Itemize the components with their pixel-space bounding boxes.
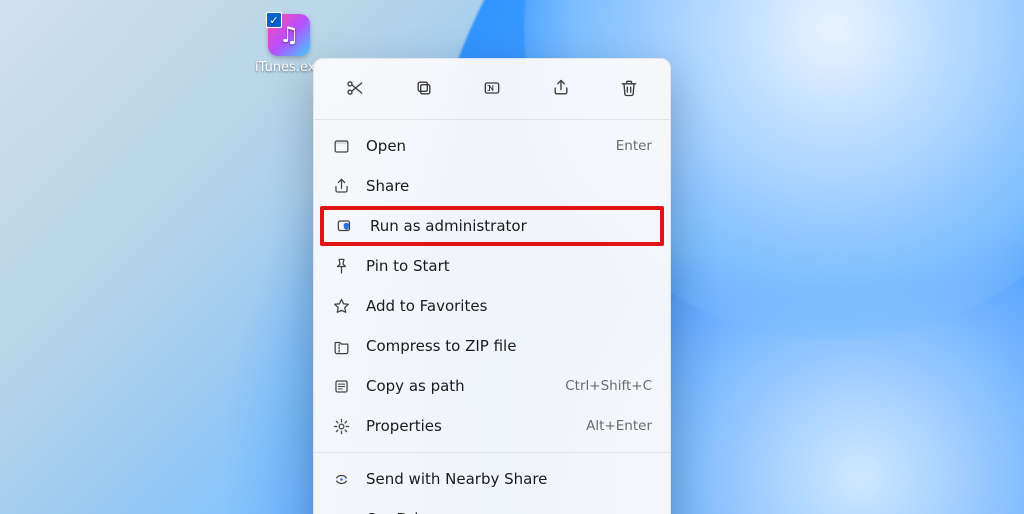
menu-pin-to-start[interactable]: Pin to Start <box>320 246 664 286</box>
star-icon <box>330 295 352 317</box>
menu-share[interactable]: Share <box>320 166 664 206</box>
quick-actions-row <box>314 65 670 117</box>
menu-nearby-share[interactable]: Send with Nearby Share <box>320 459 664 499</box>
menu-open[interactable]: Open Enter <box>320 126 664 166</box>
menu-share-label: Share <box>366 177 652 195</box>
itunes-icon: ✓ <box>268 14 310 56</box>
desktop[interactable]: ✓ iTunes.exe <box>0 0 1024 514</box>
scissors-icon <box>345 78 365 102</box>
share-button[interactable] <box>542 73 580 107</box>
selected-check-icon: ✓ <box>266 12 282 28</box>
menu-open-shortcut: Enter <box>616 138 652 154</box>
menu-copy-path-shortcut: Ctrl+Shift+C <box>565 378 652 394</box>
nearby-share-icon <box>330 468 352 490</box>
menu-properties-shortcut: Alt+Enter <box>586 418 652 434</box>
menu-open-label: Open <box>366 137 616 155</box>
menu-compress-label: Compress to ZIP file <box>366 337 652 355</box>
copy-path-icon <box>330 375 352 397</box>
separator <box>314 119 670 120</box>
separator <box>314 452 670 453</box>
menu-copy-as-path[interactable]: Copy as path Ctrl+Shift+C <box>320 366 664 406</box>
menu-compress-zip[interactable]: Compress to ZIP file <box>320 326 664 366</box>
zip-icon <box>330 335 352 357</box>
chevron-right-icon: › <box>646 510 652 514</box>
menu-pin-label: Pin to Start <box>366 257 652 275</box>
pin-icon <box>330 255 352 277</box>
menu-run-as-administrator[interactable]: Run as administrator <box>320 206 664 246</box>
menu-favorites-label: Add to Favorites <box>366 297 652 315</box>
menu-section-extra: Send with Nearby Share OneDrive › <box>314 455 670 514</box>
blank-icon <box>330 508 352 514</box>
delete-button[interactable] <box>610 73 648 107</box>
menu-run-admin-label: Run as administrator <box>370 217 648 235</box>
menu-add-favorites[interactable]: Add to Favorites <box>320 286 664 326</box>
trash-icon <box>619 78 639 102</box>
menu-copy-path-label: Copy as path <box>366 377 565 395</box>
copy-button[interactable] <box>405 73 443 107</box>
menu-onedrive[interactable]: OneDrive › <box>320 499 664 514</box>
menu-properties[interactable]: Properties Alt+Enter <box>320 406 664 446</box>
rename-icon <box>482 78 502 102</box>
open-icon <box>330 135 352 157</box>
menu-nearby-label: Send with Nearby Share <box>366 470 652 488</box>
properties-icon <box>330 415 352 437</box>
share-icon <box>551 78 571 102</box>
menu-onedrive-label: OneDrive <box>366 510 646 514</box>
admin-shield-icon <box>334 215 356 237</box>
cut-button[interactable] <box>336 73 374 107</box>
rename-button[interactable] <box>473 73 511 107</box>
copy-icon <box>414 78 434 102</box>
share-arrow-icon <box>330 175 352 197</box>
menu-properties-label: Properties <box>366 417 586 435</box>
menu-section-main: Open Enter Share Run as administrator <box>314 122 670 450</box>
context-menu: Open Enter Share Run as administrator <box>313 58 671 514</box>
